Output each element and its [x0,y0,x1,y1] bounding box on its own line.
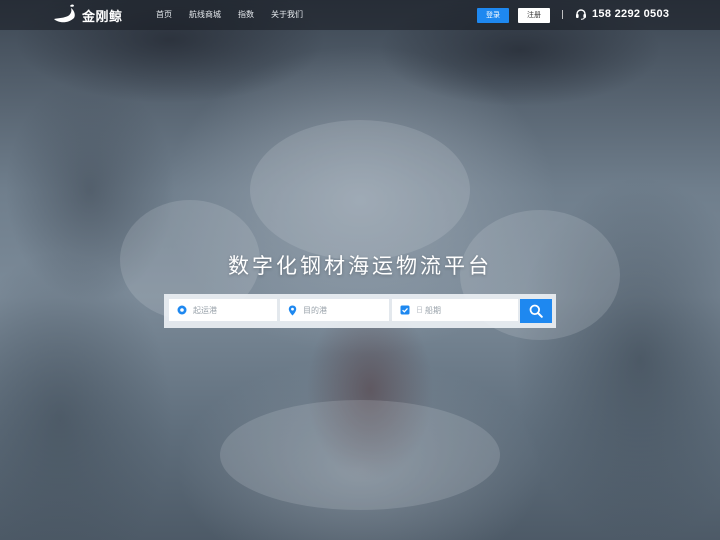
nav-about-us[interactable]: 关于我们 [271,9,303,21]
headset-icon [576,9,586,20]
sailing-date-field[interactable]: 日 船期 [392,299,518,321]
water-spray-decoration [250,120,470,260]
header-divider [562,10,563,19]
circle-dot-icon [177,305,187,315]
calendar-check-icon [400,305,410,315]
nav-home[interactable]: 首页 [156,9,172,21]
register-button[interactable]: 注册 [518,8,550,23]
whale-logo-icon [54,4,75,23]
main-nav: 首页 航线商城 指数 关于我们 [156,9,320,21]
nav-route-mall[interactable]: 航线商城 [189,9,221,21]
route-search-form: 起运港 目的港 日 船期 [164,294,556,328]
hero-title: 数字化钢材海运物流平台 [228,254,492,278]
destination-port-placeholder: 目的港 [303,305,327,315]
destination-port-field[interactable]: 目的港 [280,299,389,321]
sailing-date-placeholder: 船期 [425,305,441,315]
origin-port-placeholder: 起运港 [193,305,217,315]
brand-logo[interactable]: 金刚鲸 [52,4,123,26]
brand-name: 金刚鲸 [82,9,123,25]
login-button[interactable]: 登录 [477,8,509,23]
phone-number: 158 2292 0503 [592,8,670,20]
contact-phone: 158 2292 0503 [575,8,669,20]
water-spray-decoration [220,400,500,510]
map-pin-icon [288,305,297,315]
top-navigation-bar: 金刚鲸 首页 航线商城 指数 关于我们 登录 注册 158 2292 0503 [0,0,720,30]
search-icon [529,304,543,318]
origin-port-field[interactable]: 起运港 [169,299,277,321]
nav-index[interactable]: 指数 [238,9,254,21]
date-prefix-glyph: 日 [416,306,423,314]
search-button[interactable] [520,299,552,323]
